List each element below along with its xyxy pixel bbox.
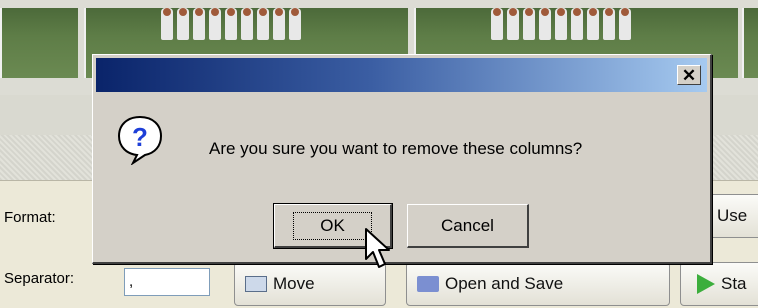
close-button[interactable]: ✕: [677, 65, 701, 85]
team-photo-figures: [161, 8, 321, 46]
separator-input-value: ,: [129, 273, 134, 290]
dialog-message: Are you sure you want to remove these co…: [209, 139, 583, 158]
green-arrow-icon: [697, 274, 715, 294]
use-button-label: Use: [717, 206, 748, 225]
format-label: Format:: [4, 209, 56, 226]
dialog-titlebar[interactable]: ✕: [96, 58, 707, 92]
photo-thumbnail[interactable]: [0, 8, 78, 78]
start-button[interactable]: Sta: [680, 262, 758, 306]
question-icon: ?: [117, 115, 163, 165]
cancel-button[interactable]: Cancel: [407, 204, 529, 248]
start-button-label: Sta: [721, 274, 747, 293]
close-icon: ✕: [681, 65, 697, 85]
cancel-button-label: Cancel: [441, 215, 494, 235]
open-and-save-button[interactable]: Open and Save: [406, 262, 670, 306]
use-button[interactable]: Use: [706, 194, 758, 238]
separator-input[interactable]: ,: [124, 268, 210, 296]
svg-text:?: ?: [132, 122, 148, 152]
mouse-pointer-icon: [365, 228, 390, 268]
open-and-save-label: Open and Save: [445, 274, 564, 293]
move-button-label: Move: [273, 274, 315, 293]
photo-thumbnail[interactable]: [742, 8, 758, 78]
ok-button-label: OK: [293, 211, 372, 240]
team-photo-figures: [491, 8, 651, 46]
confirm-dialog: ✕ ? Are you sure you want to remove thes…: [92, 54, 712, 264]
open-save-icon: [417, 276, 439, 292]
move-icon: [245, 276, 267, 292]
separator-label: Separator:: [4, 270, 75, 287]
